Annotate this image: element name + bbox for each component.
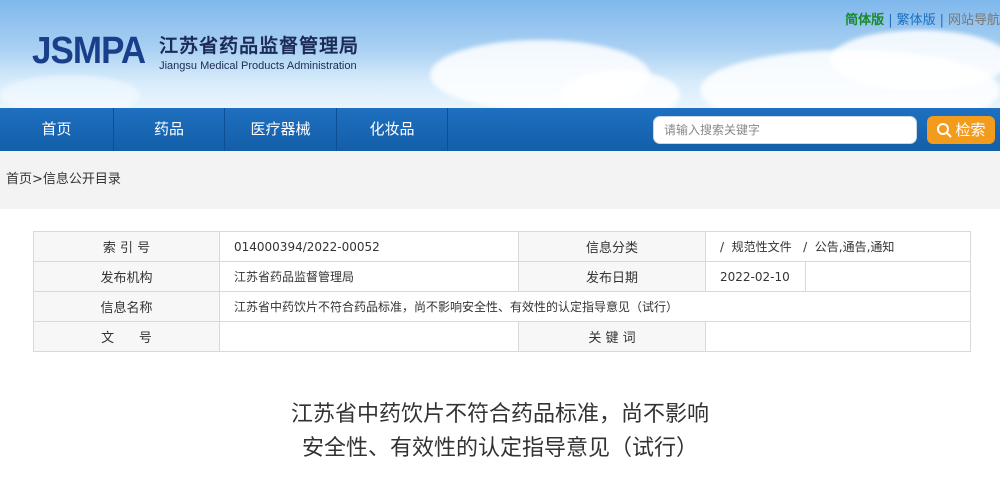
index-value: 014000394/2022-00052 [219, 231, 519, 262]
traditional-link[interactable]: 繁体版 [897, 13, 936, 28]
index-label: 索 引 号 [33, 231, 220, 262]
site-nav-link[interactable]: 网站导航 [948, 13, 1000, 28]
publisher-value: 江苏省药品监督管理局 [219, 261, 519, 292]
breadcrumb-home[interactable]: 首页 [6, 172, 32, 187]
nav-item-cosmetics[interactable]: 化妆品 [337, 108, 448, 151]
article-title-line1: 江苏省中药饮片不符合药品标准，尚不影响 [290, 402, 709, 427]
category-label: 信息分类 [518, 231, 706, 262]
date-label: 发布日期 [518, 261, 706, 292]
article-title-line2: 安全性、有效性的认定指导意见（试行） [301, 436, 698, 461]
table-row: 索 引 号 014000394/2022-00052 信息分类 / 规范性文件 … [33, 231, 972, 262]
publisher-label: 发布机构 [33, 261, 220, 292]
search-icon [937, 123, 952, 138]
content-area: 索 引 号 014000394/2022-00052 信息分类 / 规范性文件 … [0, 209, 1000, 482]
search-input[interactable]: 请输入搜索关键字 [653, 116, 917, 144]
keywords-label: 关 键 词 [518, 321, 706, 352]
org-name-en: Jiangsu Medical Products Administration [159, 60, 357, 72]
breadcrumb: 首页>信息公开目录 [0, 151, 1000, 209]
table-row: 文 号 关 键 词 [33, 321, 972, 352]
search-button-label: 检索 [955, 121, 986, 139]
name-label: 信息名称 [33, 291, 220, 322]
org-name-cn: 江苏省药品监督管理局 [159, 35, 360, 57]
cloud-decoration [0, 75, 140, 108]
site-logo[interactable]: JSMPA 江苏省药品监督管理局 Jiangsu Medical Product… [32, 30, 359, 73]
breadcrumb-separator: > [32, 172, 43, 187]
nav-item-drugs[interactable]: 药品 [114, 108, 225, 151]
table-row: 发布机构 江苏省药品监督管理局 发布日期 2022-02-10 [33, 261, 972, 292]
docno-value [219, 321, 519, 352]
header-banner: JSMPA 江苏省药品监督管理局 Jiangsu Medical Product… [0, 0, 1000, 108]
date-value: 2022-02-10 [705, 261, 806, 292]
article-title: 江苏省中药饮片不符合药品标准，尚不影响 安全性、有效性的认定指导意见（试行） [0, 398, 1000, 466]
nav-item-home[interactable]: 首页 [0, 108, 114, 151]
keywords-value [704, 321, 972, 352]
breadcrumb-current[interactable]: 信息公开目录 [43, 172, 121, 187]
link-separator: | [888, 13, 893, 28]
empty-cell [804, 261, 972, 292]
nav-item-medical-devices[interactable]: 医疗器械 [225, 108, 337, 151]
docno-label: 文 号 [33, 321, 220, 352]
search-button[interactable]: 检索 [927, 116, 995, 144]
link-separator: | [939, 13, 944, 28]
cloud-decoration [830, 30, 1000, 90]
info-meta-table: 索 引 号 014000394/2022-00052 信息分类 / 规范性文件 … [33, 231, 972, 352]
main-nav: 首页 药品 医疗器械 化妆品 请输入搜索关键字 检索 [0, 108, 1000, 151]
logo-text: JSMPA [32, 30, 146, 72]
table-row: 信息名称 江苏省中药饮片不符合药品标准，尚不影响安全性、有效性的认定指导意见（试… [33, 291, 972, 322]
top-links: 简体版 | 繁体版 | 网站导航 [845, 9, 1000, 28]
simplified-link[interactable]: 简体版 [845, 13, 884, 28]
category-value: / 规范性文件 / 公告,通告,通知 [704, 231, 972, 262]
name-value: 江苏省中药饮片不符合药品标准，尚不影响安全性、有效性的认定指导意见（试行） [218, 291, 972, 322]
org-name: 江苏省药品监督管理局 Jiangsu Medical Products Admi… [159, 31, 359, 72]
